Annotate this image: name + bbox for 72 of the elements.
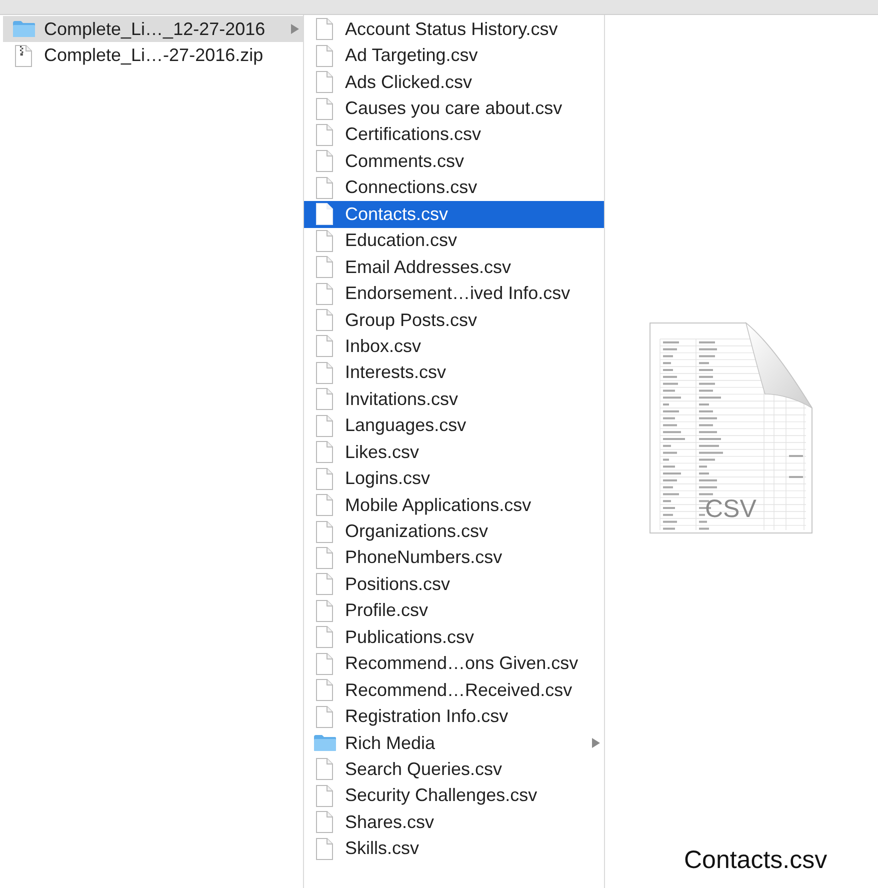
folder-item[interactable]: Rich Media	[304, 730, 604, 756]
document-icon	[316, 652, 333, 675]
file-item[interactable]: Shares.csv	[304, 809, 604, 836]
document-icon	[316, 388, 333, 410]
file-item[interactable]: Connections.csv	[304, 174, 604, 202]
file-item[interactable]: Logins.csv	[304, 465, 604, 492]
file-item[interactable]: Endorsement…ived Info.csv	[304, 280, 604, 307]
file-item[interactable]: Publications.csv	[304, 624, 604, 650]
document-icon	[316, 838, 333, 860]
document-icon	[316, 362, 333, 384]
document-icon	[316, 600, 333, 622]
folder-icon	[312, 734, 336, 752]
document-icon	[316, 282, 333, 305]
document-icon	[316, 44, 333, 67]
zip-file-icon	[15, 44, 32, 67]
document-icon	[316, 468, 333, 490]
file-item[interactable]: Profile.csv	[304, 598, 604, 624]
file-item[interactable]: Skills.csv	[304, 836, 604, 862]
document-icon	[316, 758, 333, 780]
document-icon	[316, 706, 333, 728]
file-item[interactable]: Security Challenges.csv	[304, 782, 604, 810]
file-item[interactable]: Likes.csv	[304, 439, 604, 466]
file-item[interactable]: Causes you care about.csv	[304, 95, 604, 122]
document-icon	[316, 811, 333, 834]
file-item[interactable]: Languages.csv	[304, 412, 604, 439]
file-item[interactable]: Ads Clicked.csv	[304, 68, 604, 96]
document-icon	[316, 18, 333, 40]
document-icon	[316, 309, 333, 332]
document-icon	[316, 150, 333, 172]
document-icon	[316, 520, 333, 543]
file-item[interactable]: PhoneNumbers.csv	[304, 544, 604, 572]
file-item[interactable]: Comments.csv	[304, 148, 604, 175]
file-item[interactable]: Registration Info.csv	[304, 703, 604, 730]
document-icon	[316, 414, 333, 437]
file-item[interactable]: Mobile Applications.csv	[304, 492, 604, 518]
disclosure-arrow-icon	[291, 24, 299, 34]
document-icon	[316, 784, 333, 807]
file-item[interactable]: Search Queries.csv	[304, 756, 604, 783]
folder-icon	[12, 20, 36, 38]
document-icon	[316, 573, 333, 596]
document-icon	[316, 71, 333, 94]
file-item[interactable]: Invitations.csv	[304, 386, 604, 413]
file-item[interactable]: Group Posts.csv	[304, 306, 604, 334]
preview-file-name: Contacts.csv	[684, 846, 828, 875]
document-icon	[316, 335, 333, 358]
disclosure-arrow-icon	[592, 738, 600, 748]
file-item[interactable]: Interests.csv	[304, 360, 604, 386]
file-type-label: CSV	[705, 496, 756, 522]
file-item[interactable]: Recommend…ons Given.csv	[304, 650, 604, 677]
document-icon	[316, 441, 333, 464]
document-icon	[316, 176, 333, 199]
document-icon	[316, 203, 333, 226]
document-icon	[316, 256, 333, 278]
file-item[interactable]: Inbox.csv	[304, 333, 604, 360]
file-item[interactable]: Organizations.csv	[304, 518, 604, 545]
file-item[interactable]: Account Status History.csv	[304, 16, 604, 42]
document-icon	[316, 124, 333, 146]
document-icon	[316, 494, 333, 516]
file-item[interactable]: Email Addresses.csv	[304, 254, 604, 280]
file-item[interactable]: Positions.csv	[304, 571, 604, 598]
file-item[interactable]: Contacts.csv	[304, 201, 604, 228]
file-item[interactable]: Education.csv	[304, 228, 604, 254]
document-icon	[316, 98, 333, 120]
document-icon	[316, 679, 333, 702]
file-item[interactable]: Certifications.csv	[304, 122, 604, 148]
file-item[interactable]: Complete_Li…-27-2016.zip	[3, 42, 303, 69]
file-item[interactable]: Recommend…Received.csv	[304, 676, 604, 704]
document-icon	[316, 626, 333, 648]
document-icon	[316, 230, 333, 252]
document-icon	[316, 546, 333, 569]
file-item[interactable]: Ad Targeting.csv	[304, 42, 604, 69]
spreadsheet-document-icon	[649, 322, 813, 534]
